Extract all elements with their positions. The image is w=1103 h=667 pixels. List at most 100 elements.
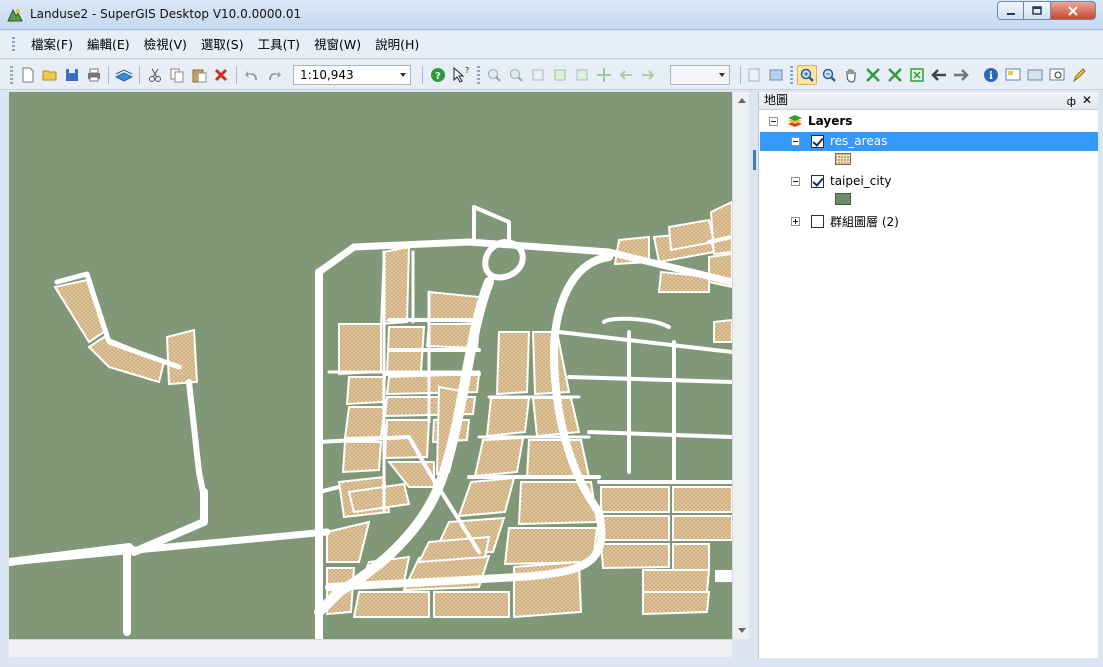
fixed-zoom-in-button[interactable] (484, 65, 504, 85)
back-button[interactable] (929, 65, 949, 85)
menu-file[interactable]: 檔案(F) (24, 31, 80, 59)
layer-row-res-areas[interactable]: res_areas (791, 131, 887, 151)
pan-button[interactable] (841, 65, 861, 85)
maximize-button[interactable] (1024, 1, 1051, 20)
pan-fixed-button[interactable] (594, 65, 614, 85)
menu-help[interactable]: 說明(H) (368, 31, 426, 59)
svg-text:i: i (989, 71, 993, 82)
close-button[interactable] (1051, 1, 1096, 20)
toolbar-grip[interactable] (790, 66, 793, 84)
editor-button[interactable] (1069, 65, 1089, 85)
fixed-extent-icon (910, 68, 924, 82)
toolbar-grip[interactable] (10, 66, 13, 84)
save-button[interactable] (62, 65, 82, 85)
redo-button[interactable] (264, 65, 284, 85)
add-data-button[interactable] (114, 65, 134, 85)
map-scale-dropdown[interactable]: 1:10,943 (293, 65, 411, 85)
res-areas-symbol[interactable] (835, 153, 851, 165)
menu-tools[interactable]: 工具(T) (251, 31, 307, 59)
help-button[interactable]: ? (428, 65, 448, 85)
zoom-in-button[interactable] (797, 65, 817, 85)
maximize-icon (1032, 5, 1042, 15)
find-button[interactable] (1003, 65, 1023, 85)
scroll-down-icon[interactable] (738, 628, 746, 633)
status-bar (0, 658, 1103, 667)
overview-button[interactable] (1047, 65, 1067, 85)
copy-button[interactable] (167, 65, 187, 85)
toc-root-row[interactable]: Layers (769, 111, 852, 131)
collapse-icon[interactable] (769, 116, 778, 126)
zoom-selected-icon (554, 69, 566, 81)
map-canvas[interactable] (9, 92, 732, 639)
menu-select[interactable]: 選取(S) (194, 31, 251, 59)
main-toolbar: ? ? i (0, 60, 1103, 90)
layout-button[interactable] (744, 65, 764, 85)
toolbar-separator (422, 66, 423, 84)
undo-icon (245, 71, 257, 80)
pin-icon[interactable]: ф (1067, 93, 1076, 110)
zoom-selected-button[interactable] (550, 65, 570, 85)
taipei-city-symbol[interactable] (835, 193, 851, 205)
scroll-up-icon[interactable] (738, 98, 746, 103)
close-icon[interactable]: ✕ (1082, 92, 1092, 109)
menu-window[interactable]: 視窗(W) (307, 31, 368, 59)
new-document-button[interactable] (18, 65, 38, 85)
layer-visibility-checkbox[interactable] (811, 174, 824, 188)
map-horizontal-scrollbar[interactable] (9, 639, 732, 657)
pan-arrows-icon (597, 68, 611, 82)
expand-icon[interactable] (791, 216, 800, 226)
pencil-icon (1072, 68, 1086, 83)
fixed-zoom-in-icon (488, 69, 501, 82)
identify-button[interactable]: i (981, 65, 1001, 85)
map-vertical-scrollbar[interactable] (732, 92, 749, 639)
map-scale-value: 1:10,943 (300, 68, 354, 82)
refresh-button[interactable] (766, 65, 786, 85)
open-button[interactable] (40, 65, 60, 85)
delete-icon (214, 68, 228, 82)
collapse-icon[interactable] (791, 176, 800, 186)
paste-button[interactable] (189, 65, 209, 85)
fixed-extent-button[interactable] (907, 65, 927, 85)
zoom-extent-button[interactable] (885, 65, 905, 85)
undo-button[interactable] (242, 65, 262, 85)
toc-root-label: Layers (808, 114, 853, 128)
toolbar-grip[interactable] (477, 66, 480, 84)
help-icon: ? (431, 68, 445, 82)
full-extent-disabled-button[interactable] (572, 65, 592, 85)
minimize-button[interactable] (997, 1, 1024, 20)
fixed-zoom-out-button[interactable] (506, 65, 526, 85)
panel-splitter-marker[interactable] (753, 150, 756, 170)
svg-text:?: ? (435, 71, 441, 82)
add-data-icon (115, 69, 133, 82)
close-icon (1068, 5, 1078, 16)
svg-text:?: ? (465, 66, 469, 75)
table-of-contents-panel: 地圖 ф ✕ Layers res_areas taipei_city 群組圖層… (758, 92, 1098, 658)
layer-visibility-checkbox[interactable] (811, 214, 824, 228)
toolbar-separator (108, 66, 109, 84)
menu-view[interactable]: 檢視(V) (137, 31, 194, 59)
next-extent-button[interactable] (638, 65, 658, 85)
previous-extent-button[interactable] (616, 65, 636, 85)
layer-row-taipei-city[interactable]: taipei_city (791, 171, 891, 191)
whats-this-button[interactable]: ? (450, 65, 470, 85)
forward-button[interactable] (951, 65, 971, 85)
layer-combo-dropdown[interactable] (670, 65, 730, 85)
layer-visibility-checkbox[interactable] (811, 134, 824, 148)
chevron-down-icon (719, 73, 725, 77)
delete-button[interactable] (211, 65, 231, 85)
cut-button[interactable] (145, 65, 165, 85)
pointer-help-icon: ? (453, 66, 469, 83)
new-document-icon (22, 67, 34, 83)
full-extent-icon (576, 69, 588, 81)
print-button[interactable] (84, 65, 104, 85)
layer-row-group-layer[interactable]: 群組圖層 (2) (791, 211, 899, 231)
measure-button[interactable] (1025, 65, 1045, 85)
print-icon (88, 68, 100, 82)
zoom-out-button[interactable] (819, 65, 839, 85)
menu-grip[interactable] (12, 37, 15, 53)
toc-header: 地圖 ф ✕ (759, 92, 1098, 110)
full-extent-button[interactable] (863, 65, 883, 85)
menu-edit[interactable]: 編輯(E) (80, 31, 137, 59)
collapse-icon[interactable] (791, 136, 800, 146)
zoom-to-layer-button[interactable] (528, 65, 548, 85)
